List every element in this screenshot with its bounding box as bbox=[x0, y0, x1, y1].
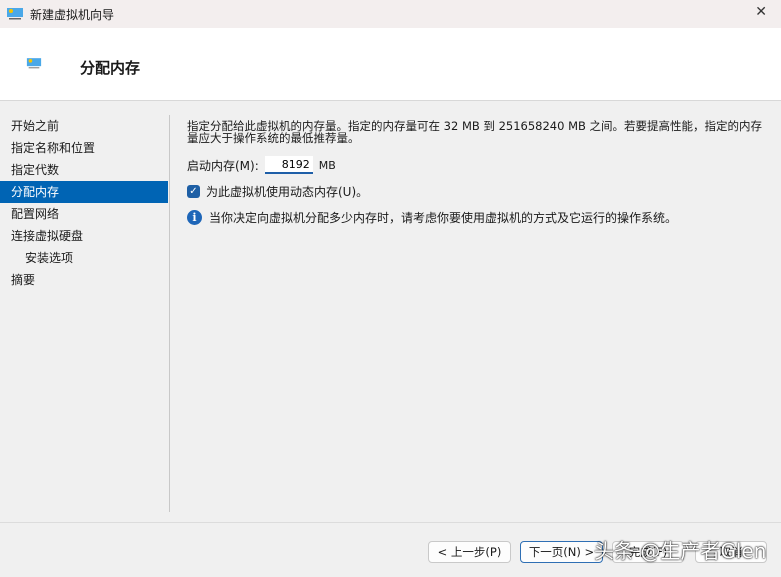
cancel-button[interactable]: 取消 bbox=[695, 541, 767, 563]
step-virtual-disk[interactable]: 连接虚拟硬盘 bbox=[0, 225, 168, 247]
wizard-steps: 开始之前 指定名称和位置 指定代数 分配内存 配置网络 连接虚拟硬盘 安装选项 … bbox=[0, 115, 168, 291]
close-icon[interactable]: ✕ bbox=[755, 4, 767, 20]
footer: < 上一步(P) 下一页(N) > 完成(F) 取消 bbox=[0, 522, 781, 577]
step-name-location[interactable]: 指定名称和位置 bbox=[0, 137, 168, 159]
startup-memory-input[interactable] bbox=[264, 156, 313, 174]
step-assign-memory[interactable]: 分配内存 bbox=[0, 181, 168, 203]
divider bbox=[169, 115, 170, 512]
info-note: i 当你决定向虚拟机分配多少内存时，请考虑你要使用虚拟机的方式及它运行的操作系统… bbox=[187, 209, 677, 226]
page-title: 分配内存 bbox=[80, 59, 141, 77]
info-text: 当你决定向虚拟机分配多少内存时，请考虑你要使用虚拟机的方式及它运行的操作系统。 bbox=[209, 211, 678, 225]
vm-monitor-icon bbox=[7, 8, 23, 20]
step-summary[interactable]: 摘要 bbox=[0, 269, 168, 291]
unit-label: MB bbox=[318, 158, 336, 172]
window-title: 新建虚拟机向导 bbox=[30, 7, 115, 22]
finish-button[interactable]: 完成(F) bbox=[612, 541, 684, 563]
startup-memory-label: 启动内存(M): bbox=[187, 158, 259, 173]
description-text: 指定分配给此虚拟机的内存量。指定的内存量可在 32 MB 到 251658240… bbox=[187, 119, 763, 145]
page-header: 分配内存 bbox=[0, 28, 781, 101]
previous-button[interactable]: < 上一步(P) bbox=[428, 541, 511, 563]
dynamic-memory-label: 为此虚拟机使用动态内存(U)。 bbox=[206, 185, 369, 199]
step-networking[interactable]: 配置网络 bbox=[0, 203, 168, 225]
memory-panel: 指定分配给此虚拟机的内存量。指定的内存量可在 32 MB 到 251658240… bbox=[187, 119, 767, 225]
step-install-options[interactable]: 安装选项 bbox=[0, 247, 168, 269]
dynamic-memory-checkbox[interactable]: ✓ 为此虚拟机使用动态内存(U)。 bbox=[187, 183, 368, 200]
info-icon: i bbox=[187, 210, 202, 225]
title-bar: 新建虚拟机向导 ✕ bbox=[0, 0, 781, 28]
vm-monitor-icon bbox=[26, 58, 42, 69]
step-generation[interactable]: 指定代数 bbox=[0, 159, 168, 181]
step-before-you-begin[interactable]: 开始之前 bbox=[0, 115, 168, 137]
checkmark-icon[interactable]: ✓ bbox=[187, 185, 200, 198]
next-button[interactable]: 下一页(N) > bbox=[520, 541, 603, 563]
